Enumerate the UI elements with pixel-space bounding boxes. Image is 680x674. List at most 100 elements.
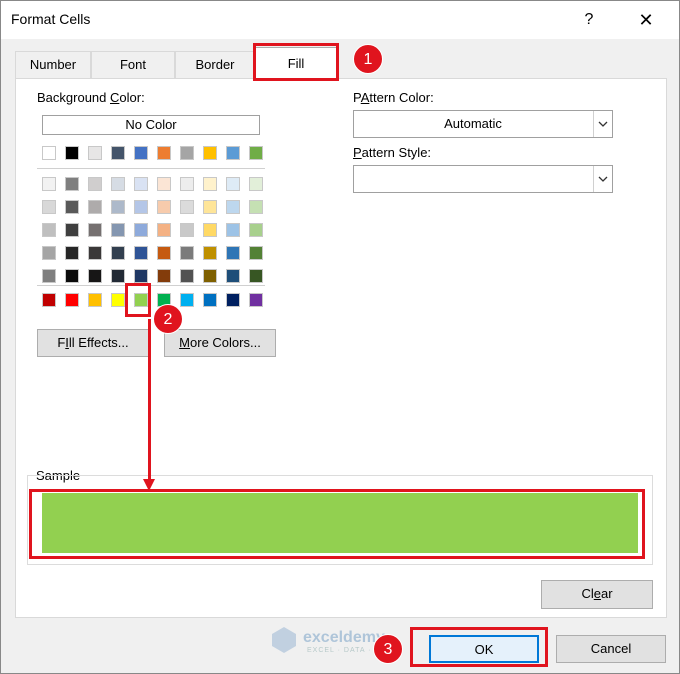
pattern-color-value: Automatic bbox=[444, 116, 502, 131]
color-swatch-tint3-9[interactable] bbox=[226, 223, 240, 237]
color-swatch-tint2-1[interactable] bbox=[42, 200, 56, 214]
clear-button[interactable]: Clear bbox=[541, 580, 653, 609]
tab-font-label: Font bbox=[119, 57, 146, 72]
color-swatch-tint5-3[interactable] bbox=[88, 269, 102, 283]
color-swatch-tint5-4[interactable] bbox=[111, 269, 125, 283]
color-swatch-tint2-5[interactable] bbox=[134, 200, 148, 214]
color-swatch-tint3-5[interactable] bbox=[134, 223, 148, 237]
color-swatch-theme-4[interactable] bbox=[111, 146, 125, 160]
help-button[interactable]: ? bbox=[569, 5, 609, 35]
pattern-color-dropdown[interactable]: Automatic bbox=[353, 110, 613, 138]
color-swatch-standard-7[interactable] bbox=[180, 293, 194, 307]
color-swatch-tint1-10[interactable] bbox=[249, 177, 263, 191]
color-swatch-tint5-8[interactable] bbox=[203, 269, 217, 283]
color-swatch-tint3-6[interactable] bbox=[157, 223, 171, 237]
color-swatch-tint4-8[interactable] bbox=[203, 246, 217, 260]
color-swatch-tint4-1[interactable] bbox=[42, 246, 56, 260]
color-swatch-tint3-7[interactable] bbox=[180, 223, 194, 237]
color-swatch-tint3-8[interactable] bbox=[203, 223, 217, 237]
color-swatch-tint2-7[interactable] bbox=[180, 200, 194, 214]
color-selection-highlight bbox=[125, 283, 151, 317]
color-swatch-tint1-1[interactable] bbox=[42, 177, 56, 191]
color-swatch-standard-10[interactable] bbox=[249, 293, 263, 307]
ok-button-highlight bbox=[410, 627, 548, 667]
color-swatch-standard-8[interactable] bbox=[203, 293, 217, 307]
color-swatch-tint4-5[interactable] bbox=[134, 246, 148, 260]
color-swatch-tint5-5[interactable] bbox=[134, 269, 148, 283]
tab-number[interactable]: Number bbox=[15, 51, 91, 78]
color-swatch-tint3-1[interactable] bbox=[42, 223, 56, 237]
color-swatch-tint1-8[interactable] bbox=[203, 177, 217, 191]
color-swatch-tint4-6[interactable] bbox=[157, 246, 171, 260]
color-swatch-tint1-9[interactable] bbox=[226, 177, 240, 191]
color-swatch-tint2-6[interactable] bbox=[157, 200, 171, 214]
color-swatch-tint2-4[interactable] bbox=[111, 200, 125, 214]
color-swatch-theme-2[interactable] bbox=[65, 146, 79, 160]
color-swatch-standard-3[interactable] bbox=[88, 293, 102, 307]
color-swatch-tint5-2[interactable] bbox=[65, 269, 79, 283]
color-swatch-tint5-9[interactable] bbox=[226, 269, 240, 283]
color-swatch-tint1-3[interactable] bbox=[88, 177, 102, 191]
color-swatch-standard-9[interactable] bbox=[226, 293, 240, 307]
step-badge-3: 3 bbox=[373, 634, 403, 664]
pattern-style-value bbox=[354, 166, 592, 192]
color-swatch-tint2-10[interactable] bbox=[249, 200, 263, 214]
color-swatch-theme-3[interactable] bbox=[88, 146, 102, 160]
color-swatch-standard-1[interactable] bbox=[42, 293, 56, 307]
color-swatch-tint1-7[interactable] bbox=[180, 177, 194, 191]
color-swatch-tint3-2[interactable] bbox=[65, 223, 79, 237]
color-swatch-tint3-3[interactable] bbox=[88, 223, 102, 237]
color-swatch-tint1-5[interactable] bbox=[134, 177, 148, 191]
color-swatch-tint2-8[interactable] bbox=[203, 200, 217, 214]
color-swatch-tint2-2[interactable] bbox=[65, 200, 79, 214]
color-swatch-standard-4[interactable] bbox=[111, 293, 125, 307]
color-swatch-tint4-4[interactable] bbox=[111, 246, 125, 260]
color-swatch-tint3-10[interactable] bbox=[249, 223, 263, 237]
palette-divider bbox=[37, 285, 265, 286]
cancel-button[interactable]: Cancel bbox=[556, 635, 666, 663]
color-swatch-tint1-4[interactable] bbox=[111, 177, 125, 191]
color-swatch-theme-8[interactable] bbox=[203, 146, 217, 160]
color-swatch-tint5-1[interactable] bbox=[42, 269, 56, 283]
watermark-tagline: EXCEL · DATA · BI bbox=[307, 647, 383, 654]
color-swatch-tint2-9[interactable] bbox=[226, 200, 240, 214]
close-button[interactable]: ✕ bbox=[623, 5, 669, 35]
color-swatch-tint1-6[interactable] bbox=[157, 177, 171, 191]
tab-font[interactable]: Font bbox=[91, 51, 175, 78]
chevron-down-icon[interactable] bbox=[593, 166, 612, 192]
color-swatch-tint4-3[interactable] bbox=[88, 246, 102, 260]
pattern-style-dropdown[interactable] bbox=[353, 165, 613, 193]
step-badge-2: 2 bbox=[153, 304, 183, 334]
color-swatch-theme-5[interactable] bbox=[134, 146, 148, 160]
color-swatch-tint2-3[interactable] bbox=[88, 200, 102, 214]
color-swatch-tint4-2[interactable] bbox=[65, 246, 79, 260]
no-color-button[interactable]: No Color bbox=[42, 115, 260, 135]
color-swatch-theme-10[interactable] bbox=[249, 146, 263, 160]
color-swatch-tint3-4[interactable] bbox=[111, 223, 125, 237]
exceldemy-logo-icon bbox=[272, 627, 296, 653]
pattern-style-label: Pattern Style: bbox=[353, 145, 432, 160]
color-swatch-theme-6[interactable] bbox=[157, 146, 171, 160]
annotation-arrow bbox=[148, 319, 151, 481]
format-cells-dialog: Format Cells ? ✕ Number Font Border Fill… bbox=[0, 0, 680, 674]
color-swatch-tint4-7[interactable] bbox=[180, 246, 194, 260]
chevron-down-icon[interactable] bbox=[593, 111, 612, 137]
color-swatch-tint5-10[interactable] bbox=[249, 269, 263, 283]
palette-divider bbox=[37, 168, 265, 169]
color-swatch-theme-9[interactable] bbox=[226, 146, 240, 160]
step-badge-1: 1 bbox=[353, 44, 383, 74]
color-swatch-tint1-2[interactable] bbox=[65, 177, 79, 191]
tab-border[interactable]: Border bbox=[175, 51, 255, 78]
color-swatch-tint5-6[interactable] bbox=[157, 269, 171, 283]
more-colors-button[interactable]: More Colors... bbox=[164, 329, 276, 357]
color-swatch-standard-2[interactable] bbox=[65, 293, 79, 307]
color-swatch-tint5-7[interactable] bbox=[180, 269, 194, 283]
title-bar: Format Cells ? ✕ bbox=[1, 1, 679, 39]
color-swatch-tint4-9[interactable] bbox=[226, 246, 240, 260]
tab-border-label: Border bbox=[195, 57, 235, 72]
fill-effects-button[interactable]: FIll Effects... bbox=[37, 329, 149, 357]
color-swatch-theme-7[interactable] bbox=[180, 146, 194, 160]
color-swatch-theme-1[interactable] bbox=[42, 146, 56, 160]
color-swatch-tint4-10[interactable] bbox=[249, 246, 263, 260]
fill-tab-highlight bbox=[253, 43, 339, 81]
